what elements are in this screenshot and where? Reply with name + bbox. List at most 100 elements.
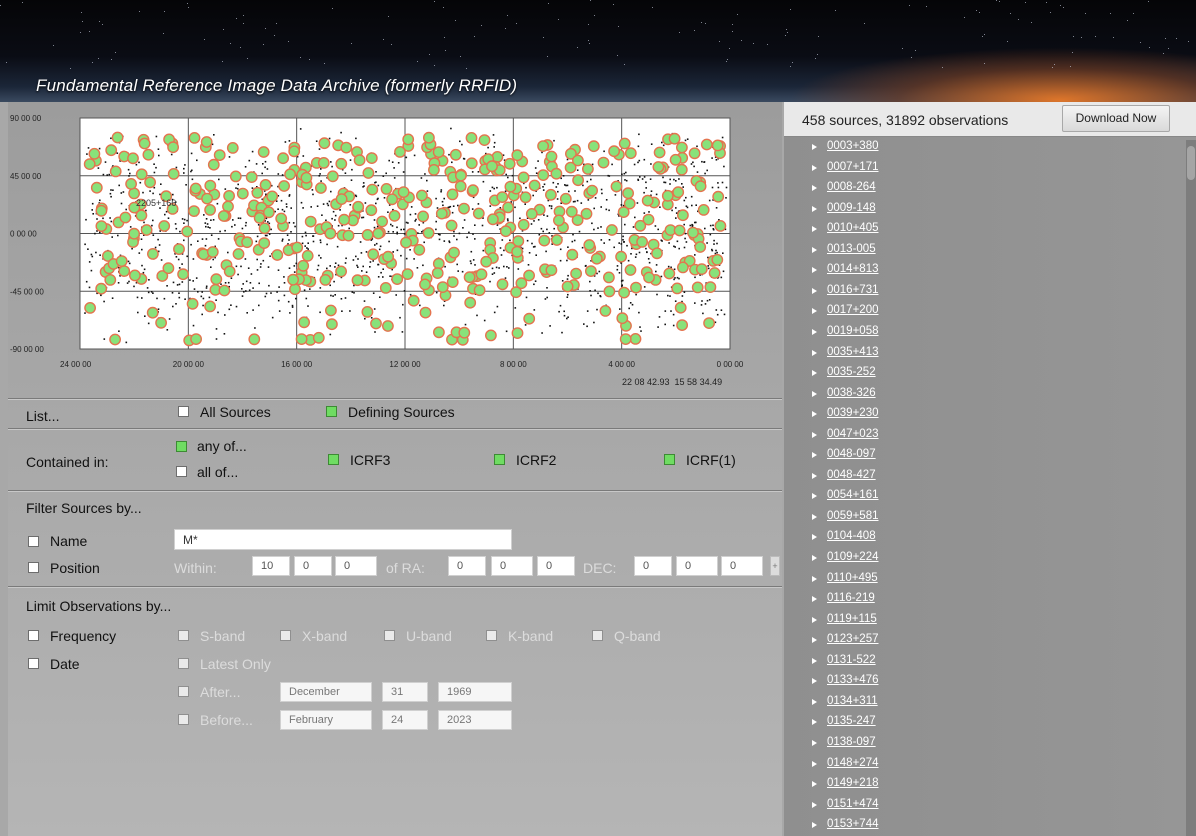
before-month-select[interactable]: February: [280, 710, 372, 730]
expand-triangle-icon[interactable]: [812, 308, 817, 315]
source-name-link[interactable]: 0059+581: [827, 510, 879, 522]
expand-triangle-icon[interactable]: [812, 596, 817, 603]
plot-marker[interactable]: [394, 146, 406, 158]
plot-marker[interactable]: [144, 176, 157, 189]
plot-marker[interactable]: [284, 168, 296, 181]
plot-marker[interactable]: [361, 305, 374, 318]
plot-marker[interactable]: [523, 269, 535, 282]
plot-marker[interactable]: [88, 147, 101, 160]
any-of-label[interactable]: any of...: [197, 438, 247, 454]
plot-marker[interactable]: [448, 246, 460, 259]
plot-marker[interactable]: [465, 132, 478, 144]
expand-triangle-icon[interactable]: [812, 328, 817, 335]
plot-marker[interactable]: [318, 137, 331, 150]
plot-marker[interactable]: [653, 146, 666, 159]
plot-marker[interactable]: [259, 179, 272, 191]
plot-marker[interactable]: [675, 163, 688, 176]
all-sources-label[interactable]: All Sources: [200, 404, 271, 420]
plot-marker[interactable]: [463, 271, 476, 284]
plot-marker[interactable]: [232, 248, 245, 260]
plot-marker[interactable]: [111, 131, 124, 144]
plot-marker[interactable]: [672, 186, 685, 199]
plot-marker[interactable]: [553, 214, 565, 227]
plot-marker[interactable]: [454, 180, 467, 193]
plot-marker[interactable]: [245, 171, 258, 184]
source-name-link[interactable]: 0019+058: [827, 325, 879, 337]
sky-plot-svg[interactable]: 90 00 00 45 00 00 0 00 00 -45 00 00 -90 00 0…: [8, 102, 782, 398]
expand-triangle-icon[interactable]: [812, 739, 817, 746]
expand-triangle-icon[interactable]: [812, 801, 817, 808]
expand-triangle-icon[interactable]: [812, 349, 817, 356]
plot-marker[interactable]: [155, 316, 168, 329]
plot-marker[interactable]: [413, 243, 426, 256]
plot-marker[interactable]: [314, 182, 327, 194]
frequency-label[interactable]: Frequency: [50, 628, 116, 644]
plot-marker[interactable]: [432, 326, 445, 339]
plot-marker[interactable]: [277, 152, 289, 165]
source-name-link[interactable]: 0008-264: [827, 181, 876, 193]
expand-triangle-icon[interactable]: [812, 472, 817, 479]
before-checkbox[interactable]: [178, 714, 189, 725]
icrf2-label[interactable]: ICRF2: [516, 452, 556, 468]
plot-marker[interactable]: [335, 265, 347, 278]
plot-marker[interactable]: [210, 273, 223, 286]
plot-marker[interactable]: [177, 268, 190, 281]
plot-marker[interactable]: [435, 207, 448, 220]
plot-marker[interactable]: [109, 165, 122, 178]
plot-marker[interactable]: [512, 235, 525, 248]
source-name-link[interactable]: 0016+731: [827, 284, 879, 296]
plot-marker[interactable]: [266, 190, 279, 203]
plot-marker[interactable]: [641, 194, 654, 207]
plot-marker[interactable]: [714, 220, 727, 232]
plot-marker[interactable]: [570, 267, 582, 280]
plot-marker[interactable]: [366, 183, 379, 196]
plot-marker[interactable]: [511, 327, 524, 340]
ra-min-input[interactable]: 0: [491, 556, 533, 576]
plot-marker[interactable]: [580, 207, 593, 220]
plot-marker[interactable]: [407, 294, 420, 307]
plot-marker[interactable]: [95, 282, 108, 295]
source-name-link[interactable]: 0013-005: [827, 243, 876, 255]
plot-marker[interactable]: [158, 220, 171, 232]
plot-marker[interactable]: [258, 222, 271, 235]
all-of-label[interactable]: all of...: [197, 464, 238, 480]
s-band-checkbox[interactable]: [178, 630, 189, 641]
plot-marker[interactable]: [550, 167, 563, 180]
plot-marker[interactable]: [475, 268, 488, 281]
expand-triangle-icon[interactable]: [812, 144, 817, 150]
source-name-link[interactable]: 0116-219: [827, 592, 875, 604]
source-name-link[interactable]: 0110+495: [827, 572, 878, 584]
plot-marker[interactable]: [200, 136, 213, 148]
plot-marker[interactable]: [146, 247, 159, 260]
source-name-link[interactable]: 0151+474: [827, 798, 879, 810]
plot-marker[interactable]: [559, 192, 572, 205]
plot-marker[interactable]: [496, 278, 509, 291]
plot-marker[interactable]: [711, 253, 724, 266]
plot-marker[interactable]: [271, 249, 284, 261]
expand-triangle-icon[interactable]: [812, 575, 817, 582]
plot-marker[interactable]: [586, 184, 598, 197]
plot-marker[interactable]: [206, 246, 219, 258]
plot-marker[interactable]: [572, 154, 584, 167]
plot-marker[interactable]: [386, 193, 398, 206]
plot-marker[interactable]: [630, 281, 642, 294]
before-label[interactable]: Before...: [200, 712, 253, 728]
expand-triangle-icon[interactable]: [812, 164, 817, 171]
within-min-input[interactable]: 0: [294, 556, 332, 576]
plot-marker[interactable]: [436, 281, 449, 294]
plot-marker[interactable]: [446, 188, 459, 201]
plot-marker[interactable]: [676, 319, 688, 332]
expand-triangle-icon[interactable]: [812, 555, 817, 561]
plot-marker[interactable]: [517, 218, 530, 231]
plot-marker[interactable]: [603, 285, 616, 298]
latest-only-label[interactable]: Latest Only: [200, 656, 271, 672]
plot-marker[interactable]: [304, 215, 317, 228]
plot-marker[interactable]: [467, 184, 479, 197]
plot-marker[interactable]: [135, 209, 148, 222]
plot-marker[interactable]: [572, 174, 584, 187]
plot-marker[interactable]: [480, 255, 493, 268]
source-name-link[interactable]: 0119+115: [827, 613, 877, 625]
plot-marker[interactable]: [248, 333, 261, 346]
plot-marker[interactable]: [298, 316, 310, 329]
plot-marker[interactable]: [388, 209, 401, 222]
